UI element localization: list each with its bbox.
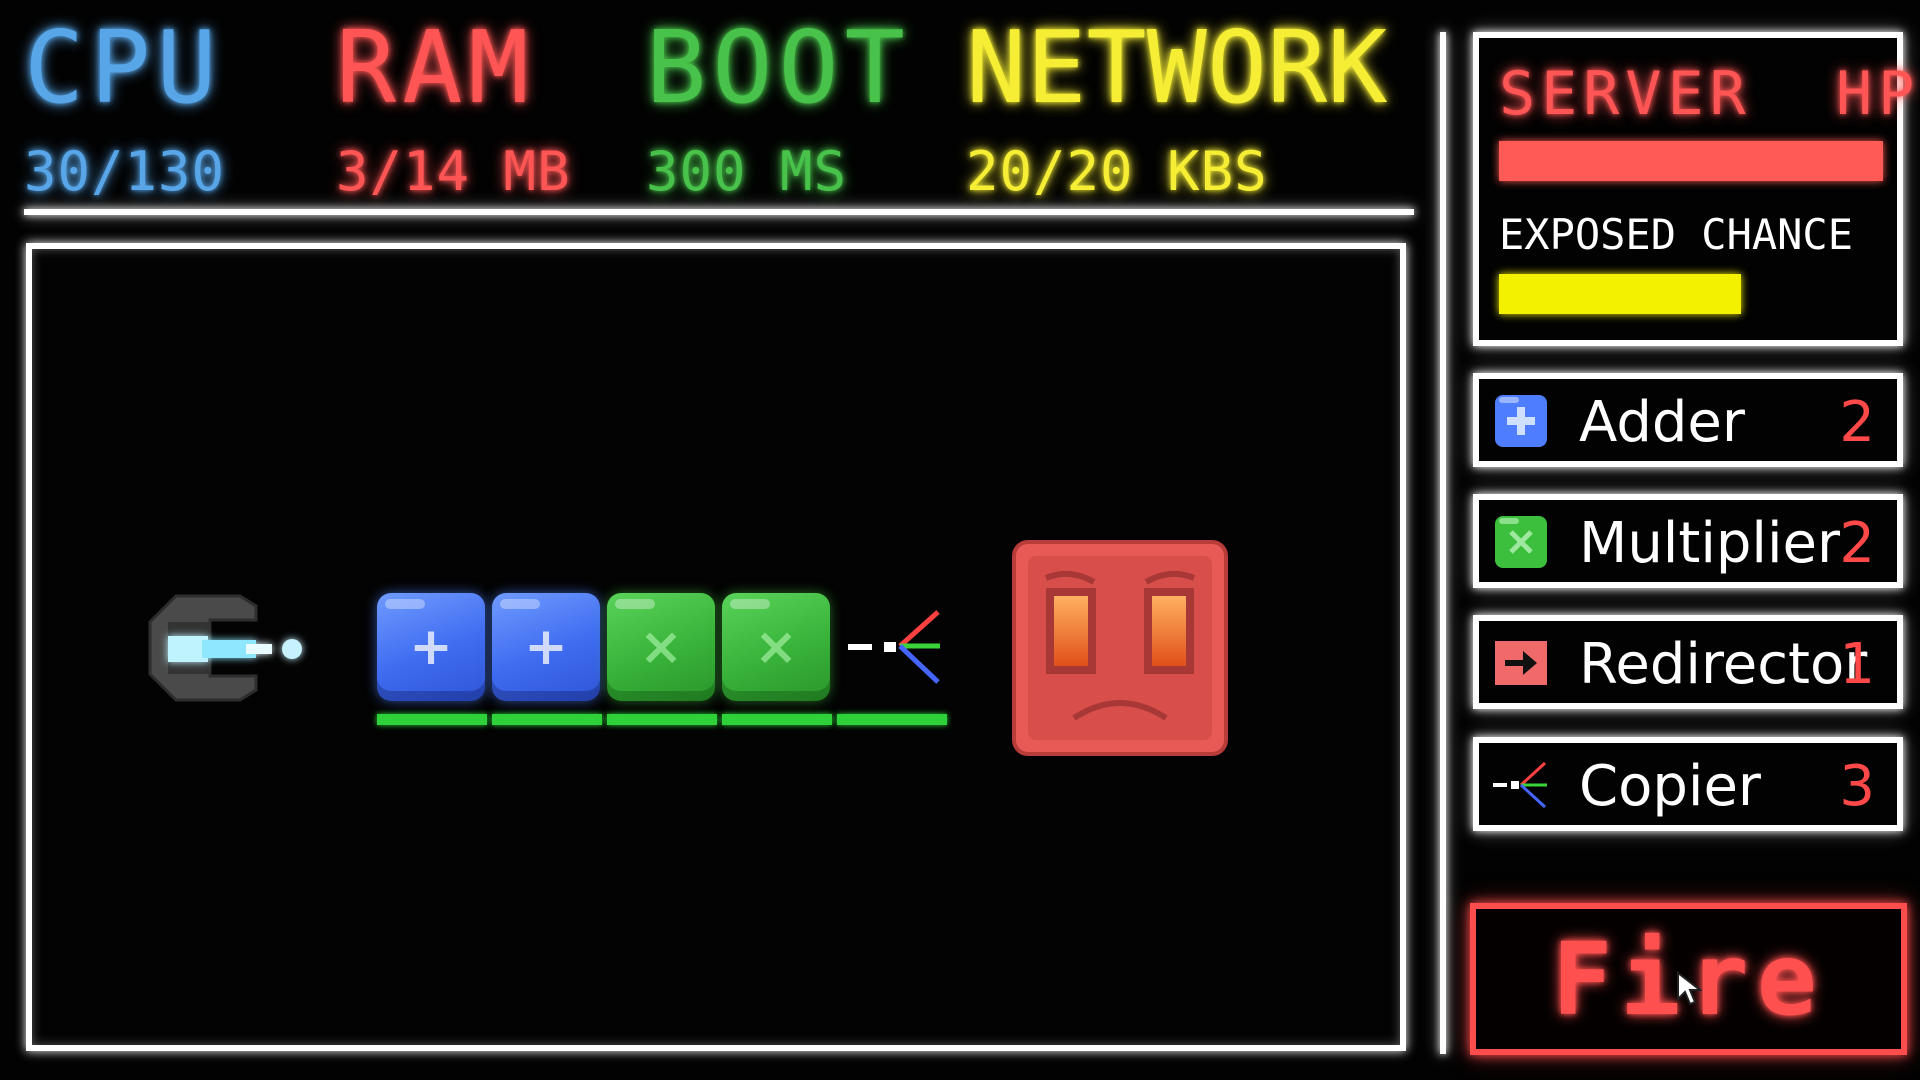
slot-bar (722, 714, 832, 725)
copier-splitter-icon (1493, 761, 1547, 809)
network-stat: NETWORK 20/20 KBS (966, 18, 1387, 202)
adder-block-icon (1495, 395, 1547, 447)
inventory-item-copier[interactable]: Copier 3 (1473, 737, 1903, 831)
inventory-item-multiplier[interactable]: Multiplier 2 (1473, 494, 1903, 588)
game-screen: CPU 30/130 RAM 3/14 MB BOOT 300 MS NETWO… (0, 0, 1920, 1080)
copier-splitter-icon[interactable] (846, 606, 946, 686)
server-hp-bar (1499, 141, 1883, 181)
emitter-cannon-icon (148, 594, 302, 702)
exposed-chance-bar (1499, 274, 1883, 314)
exposed-chance-fill (1499, 274, 1741, 314)
server-hp-fill (1499, 141, 1883, 181)
item-name: Adder (1579, 390, 1745, 455)
times-icon: × (639, 617, 683, 677)
stats-divider (24, 209, 1414, 215)
mouse-cursor-icon (1677, 971, 1702, 1006)
item-name: Redirector (1579, 632, 1868, 697)
network-title: NETWORK (966, 9, 1388, 126)
server-status-panel: SERVER HP EXPOSED CHANCE (1473, 32, 1914, 346)
inventory-item-adder[interactable]: Adder 2 (1473, 373, 1903, 467)
server-hp-label: SERVER HP (1499, 59, 1920, 129)
boot-title: BOOT (646, 9, 911, 126)
item-name: Multiplier (1579, 511, 1841, 576)
ram-title: RAM (336, 9, 535, 126)
adder-block[interactable]: + (377, 593, 485, 701)
slot-bar (377, 714, 487, 725)
cpu-value: 30/130 (24, 140, 226, 203)
plus-icon: + (524, 617, 568, 677)
multiplier-block-icon (1495, 516, 1547, 568)
exposed-chance-label: EXPOSED CHANCE (1499, 210, 1854, 259)
slot-bar (492, 714, 602, 725)
times-icon: × (754, 617, 798, 677)
ram-stat: RAM 3/14 MB (336, 18, 571, 202)
adder-block[interactable]: + (492, 593, 600, 701)
plus-icon: + (409, 617, 453, 677)
inventory-item-redirector[interactable]: Redirector 1 (1473, 615, 1903, 709)
slot-bar (837, 714, 947, 725)
ram-value: 3/14 MB (336, 140, 571, 203)
enemy-server-face-icon[interactable] (1010, 538, 1230, 758)
cpu-title: CPU (24, 9, 223, 126)
boot-value: 300 MS (646, 140, 848, 203)
multiplier-block[interactable]: × (722, 593, 830, 701)
network-value: 20/20 KBS (966, 140, 1268, 203)
item-count: 2 (1839, 511, 1875, 576)
item-name: Copier (1579, 754, 1761, 819)
redirector-arrow-icon (1495, 641, 1547, 685)
cpu-stat: CPU 30/130 (24, 18, 225, 202)
item-count: 1 (1839, 632, 1875, 697)
panel-divider (1440, 32, 1446, 1054)
slot-bar (607, 714, 717, 725)
boot-stat: BOOT 300 MS (646, 18, 911, 202)
item-count: 3 (1839, 754, 1875, 819)
item-count: 2 (1839, 390, 1875, 455)
multiplier-block[interactable]: × (607, 593, 715, 701)
fire-button[interactable]: Fire (1470, 903, 1907, 1055)
